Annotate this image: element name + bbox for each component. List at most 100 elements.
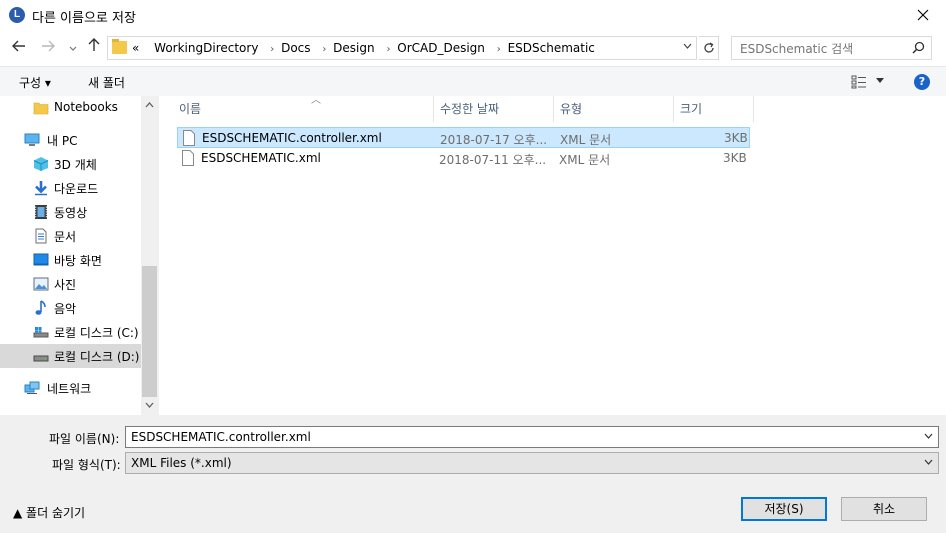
- breadcrumb-item[interactable]: WorkingDirectory: [154, 41, 258, 55]
- save-button[interactable]: 저장(S): [741, 497, 827, 521]
- nav-item-label: 내 PC: [47, 134, 78, 148]
- up-button[interactable]: [85, 38, 103, 58]
- search-input[interactable]: [740, 40, 905, 57]
- file-row[interactable]: ESDSCHEMATIC.controller.xml 2018-07-17 오…: [177, 127, 750, 148]
- column-header-size[interactable]: 크기: [674, 96, 754, 122]
- help-button[interactable]: ?: [914, 74, 930, 90]
- file-list: 이름 ︿ 수정한 날짜 유형 크기 ESDSCHEMATIC.controlle…: [158, 95, 946, 415]
- breadcrumb-item[interactable]: Docs: [281, 41, 310, 55]
- nav-item-label: 바탕 화면: [54, 254, 102, 268]
- dialog-title: 다른 이름으로 저장: [32, 11, 136, 26]
- column-header-name[interactable]: 이름 ︿: [173, 95, 434, 122]
- command-bar: 구성 ▾ 새 폴더 ?: [0, 66, 946, 96]
- file-date: 2018-07-11 오후...: [439, 153, 547, 167]
- view-options-icon[interactable]: [851, 75, 867, 89]
- file-name: ESDSCHEMATIC.xml: [201, 151, 321, 165]
- breadcrumb-item[interactable]: Design: [333, 41, 374, 55]
- filetype-select[interactable]: XML Files (*.xml): [125, 452, 939, 474]
- nav-item-label: 동영상: [54, 206, 88, 220]
- nav-item-pictures[interactable]: 사진: [0, 272, 141, 296]
- back-button[interactable]: [10, 38, 28, 58]
- nav-item-drive-d[interactable]: 로컬 디스크 (D:): [0, 344, 141, 368]
- nav-item-label: 로컬 디스크 (D:): [54, 350, 140, 364]
- column-header-date[interactable]: 수정한 날짜: [434, 96, 554, 122]
- chevron-down-icon: [683, 43, 692, 49]
- nav-scrollbar[interactable]: [141, 96, 158, 415]
- sort-ascending-icon: ︿: [311, 95, 321, 106]
- new-folder-button[interactable]: 새 폴더: [88, 74, 125, 91]
- close-button[interactable]: [900, 0, 946, 30]
- chevron-right-icon[interactable]: ›: [497, 44, 501, 55]
- search-box[interactable]: [731, 36, 932, 60]
- download-icon: [35, 181, 47, 196]
- nav-item-network[interactable]: 네트워크: [0, 376, 141, 400]
- nav-item-label: 로컬 디스크 (C:): [54, 326, 139, 340]
- breadcrumb-overflow[interactable]: «: [132, 41, 139, 55]
- network-icon: [24, 381, 40, 394]
- filetype-label: 파일 형식(T):: [52, 458, 121, 472]
- nav-item-drive-c[interactable]: 로컬 디스크 (C:): [0, 320, 141, 344]
- file-icon: [182, 150, 194, 166]
- pc-icon: [24, 133, 40, 146]
- view-menu-button[interactable]: [876, 76, 884, 86]
- refresh-icon: [703, 42, 714, 53]
- nav-item-documents[interactable]: 문서: [0, 224, 141, 248]
- picture-icon: [33, 277, 49, 291]
- address-history-button[interactable]: [683, 41, 692, 52]
- scroll-thumb[interactable]: [142, 266, 157, 397]
- chevron-right-icon[interactable]: ›: [270, 44, 274, 55]
- back-arrow-icon: [12, 40, 25, 52]
- file-name: ESDSCHEMATIC.controller.xml: [202, 131, 382, 145]
- drive-icon: [33, 327, 49, 338]
- column-label: 크기: [680, 102, 703, 116]
- filetype-value: XML Files (*.xml): [131, 456, 232, 470]
- nav-item-videos[interactable]: 동영상: [0, 200, 141, 224]
- chevron-down-icon[interactable]: [924, 431, 933, 442]
- nav-item-music[interactable]: 음악: [0, 296, 141, 320]
- folder-icon: [33, 102, 49, 115]
- column-header-type[interactable]: 유형: [554, 96, 674, 122]
- file-size: 3KB: [724, 131, 748, 145]
- nav-item-notebooks[interactable]: Notebooks: [0, 96, 141, 120]
- nav-item-desktop[interactable]: 바탕 화면: [0, 248, 141, 272]
- filename-field[interactable]: ESDSCHEMATIC.controller.xml: [125, 426, 939, 448]
- search-icon[interactable]: [912, 41, 925, 54]
- file-row[interactable]: ESDSCHEMATIC.xml 2018-07-11 오후... XML 문서…: [177, 148, 750, 169]
- scroll-up-button[interactable]: [141, 98, 158, 115]
- file-date: 2018-07-17 오후...: [440, 133, 548, 147]
- recent-locations-button[interactable]: [64, 38, 82, 58]
- file-size: 3KB: [723, 151, 747, 165]
- navigation-bar: « WorkingDirectory › Docs › Design › OrC…: [0, 30, 946, 66]
- nav-item-3d-objects[interactable]: 3D 개체: [0, 152, 141, 176]
- nav-item-label: 네트워크: [47, 382, 92, 396]
- close-icon: [917, 9, 929, 21]
- chevron-down-icon: [924, 457, 933, 468]
- nav-item-label: 다운로드: [54, 182, 99, 196]
- nav-item-downloads[interactable]: 다운로드: [0, 176, 141, 200]
- chevron-right-icon[interactable]: ›: [386, 44, 390, 55]
- file-type: XML 문서: [559, 153, 611, 167]
- chevron-right-icon[interactable]: ›: [322, 44, 326, 55]
- forward-button[interactable]: [39, 38, 57, 58]
- caret-down-icon: [876, 78, 884, 83]
- up-arrow-icon: [88, 38, 100, 51]
- cancel-button[interactable]: 취소: [841, 497, 927, 521]
- breadcrumb-item[interactable]: OrCAD_Design: [397, 41, 485, 55]
- column-label: 이름: [179, 102, 202, 116]
- refresh-button[interactable]: [699, 36, 719, 60]
- desktop-icon: [33, 253, 49, 266]
- scroll-down-button[interactable]: [141, 398, 158, 415]
- breadcrumb-item[interactable]: ESDSchematic: [508, 41, 595, 55]
- organize-button[interactable]: 구성 ▾: [19, 74, 51, 91]
- document-icon: [35, 228, 47, 244]
- address-bar[interactable]: « WorkingDirectory › Docs › Design › OrC…: [107, 36, 697, 60]
- music-icon: [35, 300, 46, 315]
- nav-item-this-pc[interactable]: 내 PC: [0, 128, 141, 152]
- save-as-dialog: L 다른 이름으로 저장 « WorkingDirectory › Docs ›…: [0, 0, 946, 533]
- nav-item-label: 음악: [54, 302, 77, 316]
- column-label: 유형: [560, 102, 583, 116]
- hide-folders-toggle[interactable]: ▲ 폴더 숨기기: [13, 504, 85, 521]
- nav-item-label: Notebooks: [54, 100, 118, 114]
- filename-value[interactable]: ESDSCHEMATIC.controller.xml: [131, 430, 311, 444]
- nav-item-label: 문서: [54, 230, 77, 244]
